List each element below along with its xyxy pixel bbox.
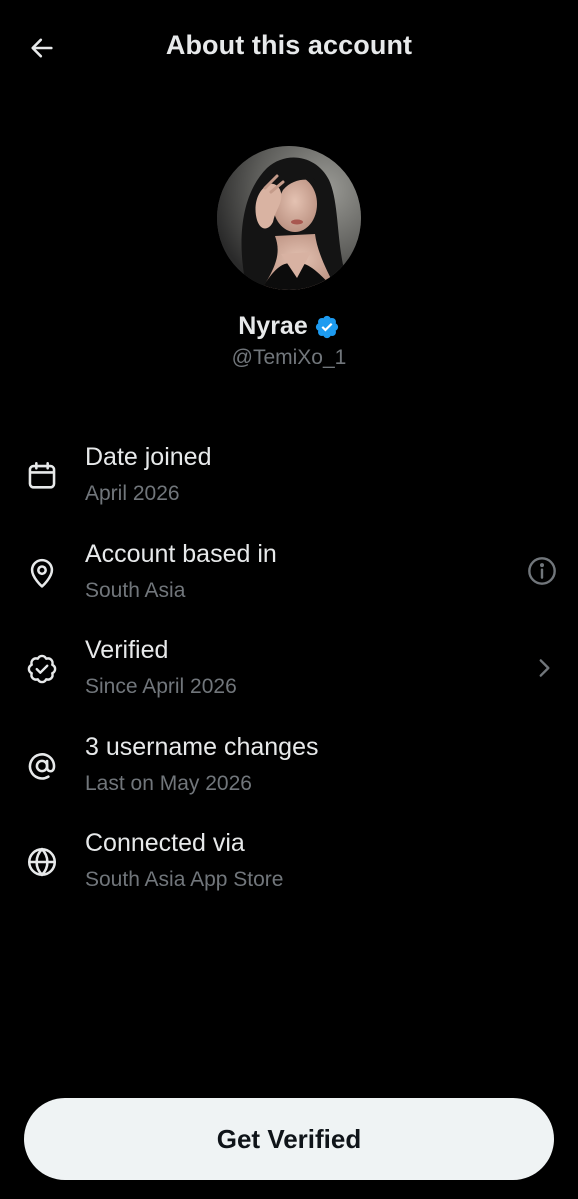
location-pin-icon	[22, 553, 62, 593]
header-bar: About this account	[0, 0, 578, 96]
info-row-verified[interactable]: Verified Since April 2026	[0, 627, 578, 724]
info-title: Connected via	[85, 829, 245, 857]
verified-seal-icon	[22, 649, 62, 689]
info-title: Date joined	[85, 443, 212, 471]
verified-badge-icon	[314, 314, 340, 340]
info-row-date-joined: Date joined April 2026	[0, 434, 578, 531]
page-title: About this account	[165, 30, 413, 60]
info-title: Verified	[85, 636, 169, 664]
profile-name-row: Nyrae	[0, 312, 578, 341]
info-subtitle: April 2026	[85, 482, 180, 505]
verified-details-button[interactable]	[524, 648, 564, 688]
profile-handle: @TemiXo_1	[231, 346, 347, 369]
at-sign-icon	[22, 746, 62, 786]
display-name: Nyrae	[238, 312, 308, 340]
avatar	[217, 146, 361, 290]
info-row-account-based-in: Account based in South Asia	[0, 531, 578, 628]
info-subtitle: Last on May 2026	[85, 771, 252, 795]
info-row-connected-via: Connected via South Asia App Store	[0, 820, 578, 917]
info-title: Account based in	[85, 539, 277, 568]
globe-icon	[22, 842, 62, 882]
info-subtitle: Since April 2026	[85, 675, 237, 698]
info-icon	[526, 555, 558, 587]
info-title: 3 username changes	[85, 732, 319, 761]
info-row-username-changes: 3 username changes Last on May 2026	[0, 724, 578, 821]
chevron-right-icon	[531, 655, 557, 681]
get-verified-button[interactable]: Get Verified	[24, 1098, 554, 1180]
account-location-info-button[interactable]	[522, 551, 562, 591]
account-info-list: Date joined April 2026 Account based in …	[0, 434, 578, 917]
info-subtitle: South Asia App Store	[85, 868, 284, 891]
info-subtitle: South Asia	[85, 578, 186, 602]
calendar-icon	[22, 456, 62, 496]
